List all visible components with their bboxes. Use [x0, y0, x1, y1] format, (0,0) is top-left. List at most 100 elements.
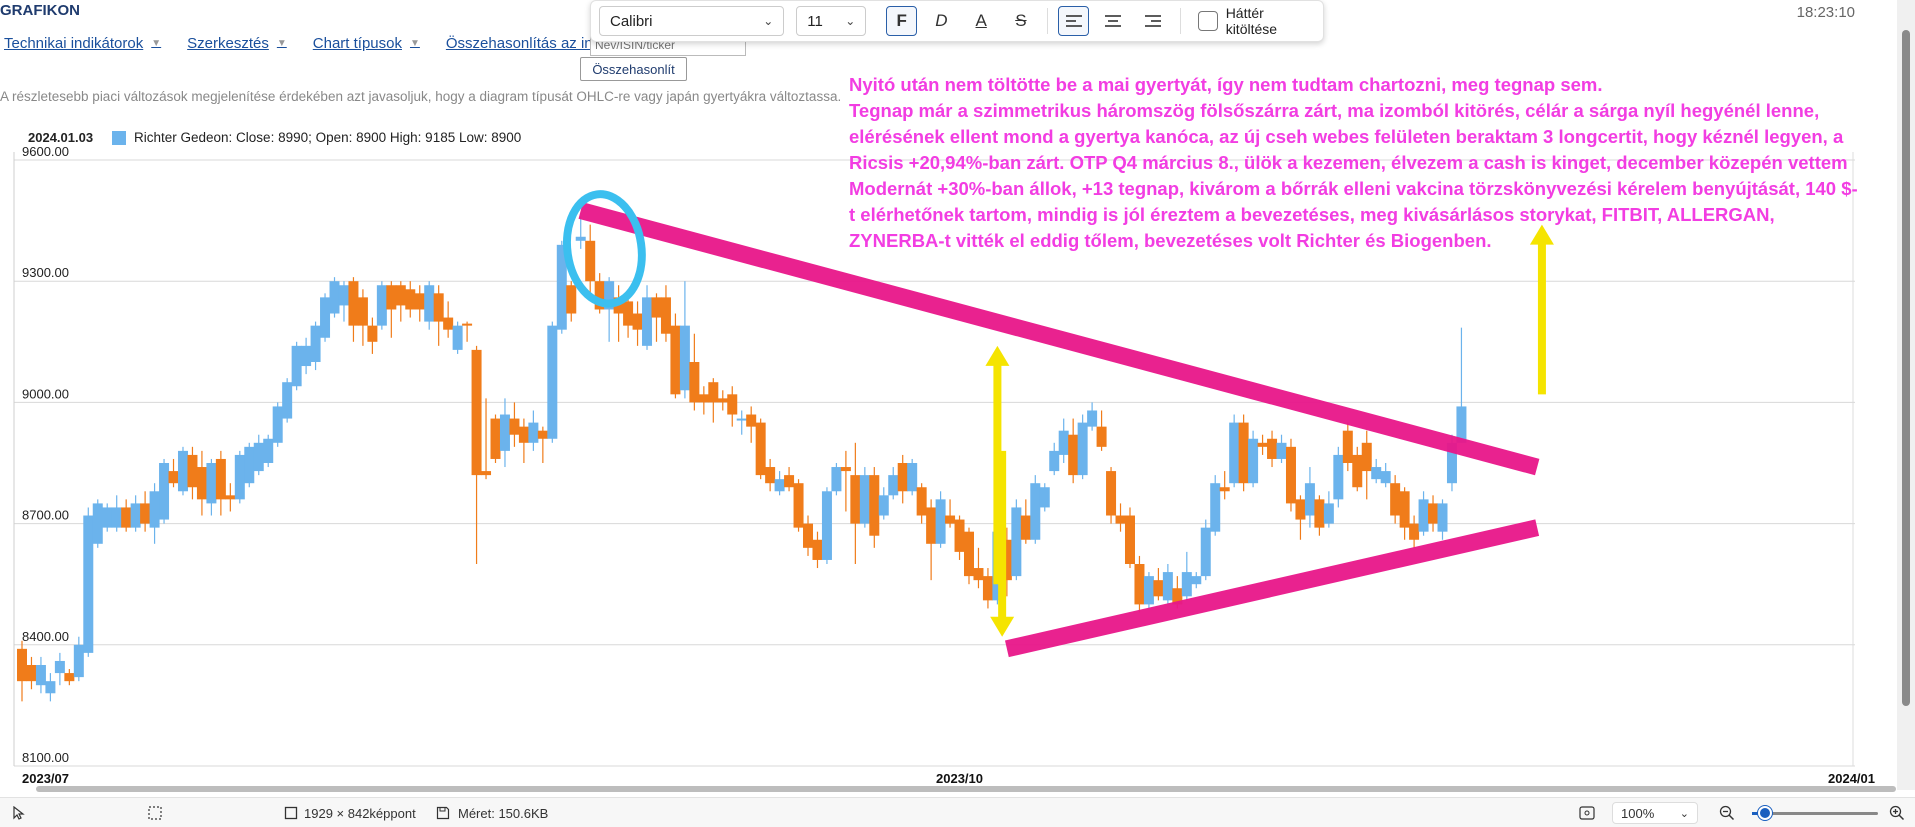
menu-edit[interactable]: Szerkesztés ▼	[187, 35, 287, 52]
clock: 18:23:10	[1796, 4, 1855, 21]
strikethrough-button[interactable]: S	[1006, 6, 1037, 36]
font-color-icon: A	[975, 11, 987, 30]
candle-body	[149, 491, 160, 528]
candle-body	[1314, 499, 1325, 528]
menu-technical-indicators[interactable]: Technikai indikátorok ▼	[4, 35, 161, 52]
candle-body	[215, 458, 226, 500]
candle-body	[566, 285, 577, 314]
align-left-button[interactable]	[1058, 6, 1090, 36]
candle-body	[660, 297, 671, 334]
candle-body	[291, 345, 302, 387]
candle-body	[840, 467, 851, 472]
candle-body	[64, 673, 75, 682]
candle-body	[357, 297, 368, 326]
candle-body	[338, 285, 349, 306]
candle-body	[888, 475, 899, 496]
candle-body	[386, 285, 397, 310]
candle-body	[140, 503, 151, 524]
candle-body	[499, 414, 510, 451]
candle-body	[1437, 503, 1448, 532]
candle-body	[225, 495, 236, 500]
candle-body	[1428, 503, 1439, 524]
yellow-arrow-head	[990, 616, 1015, 637]
menubar: Technikai indikátorok ▼ Szerkesztés ▼ Ch…	[4, 32, 661, 54]
candle-body	[462, 323, 473, 326]
candle-body	[1049, 450, 1060, 472]
menu-chart-types[interactable]: Chart típusok ▼	[313, 35, 420, 52]
vertical-scrollbar-thumb[interactable]	[1902, 30, 1910, 706]
candle-body	[1304, 483, 1315, 516]
candle-body	[1295, 499, 1306, 520]
candle-body	[1106, 471, 1117, 516]
candle-body	[1361, 442, 1372, 472]
zoom-select[interactable]: 100% ⌄	[1612, 802, 1698, 824]
y-tick-label: 8400.00	[22, 629, 69, 644]
candle-body	[537, 430, 548, 439]
candle-body	[916, 487, 927, 516]
candle-body	[111, 507, 122, 528]
zoom-slider-handle[interactable]	[1757, 806, 1772, 820]
candle-body	[405, 289, 416, 310]
chevron-down-icon: ▼	[151, 37, 162, 49]
candle-body	[717, 398, 728, 403]
x-tick-label: 2023/07	[22, 771, 69, 786]
candle-body	[518, 426, 529, 443]
candle-body	[670, 325, 681, 395]
align-center-button[interactable]	[1098, 6, 1129, 36]
candle-body	[1352, 454, 1363, 488]
candle-body	[348, 281, 359, 326]
candle-body	[206, 463, 217, 504]
background-fill-checkbox[interactable]: Háttér kitöltése	[1198, 5, 1315, 37]
candle-body	[320, 297, 331, 338]
vertical-scrollbar[interactable]	[1897, 0, 1915, 790]
candle-body	[803, 523, 814, 548]
candle-body	[73, 644, 84, 678]
candle-body	[1219, 487, 1230, 492]
candle-body	[1020, 515, 1031, 540]
candle-body	[244, 446, 255, 484]
candle-body	[708, 382, 719, 403]
zoom-out-icon[interactable]	[1718, 804, 1736, 822]
chevron-down-icon: ▼	[276, 37, 287, 49]
candle-body	[424, 285, 435, 322]
candle-body	[1030, 483, 1041, 540]
candle-body	[395, 285, 406, 306]
candle-body	[130, 503, 141, 528]
font-family-select[interactable]: Calibri ⌄	[599, 6, 785, 36]
compare-button[interactable]: Összehasonlít	[580, 57, 687, 81]
font-size-select[interactable]: 11 ⌄	[796, 6, 867, 36]
candle-body	[1380, 471, 1391, 484]
candle-body	[897, 463, 908, 492]
candle-body	[755, 422, 766, 476]
italic-button[interactable]: D	[926, 6, 957, 36]
save-icon	[434, 804, 452, 822]
candle-body	[1068, 434, 1079, 476]
align-right-button[interactable]	[1138, 6, 1169, 36]
file-size: Méret: 150.6KB	[458, 806, 549, 821]
fit-to-window-icon[interactable]	[1578, 804, 1596, 822]
menu-label: Technikai indikátorok	[4, 34, 144, 52]
font-color-button[interactable]: A	[966, 6, 997, 36]
candle-body	[1323, 503, 1334, 524]
candle-body	[1162, 572, 1173, 601]
candle-body	[973, 568, 984, 581]
candle-body	[367, 325, 378, 342]
candle-body	[1210, 483, 1221, 532]
strikethrough-icon: S	[1015, 11, 1027, 30]
annotation-line-2: Tegnap már a szimmetrikus háromszög föls…	[849, 100, 1858, 251]
bold-icon: F	[896, 11, 907, 30]
horizontal-scrollbar[interactable]	[36, 786, 1896, 792]
bold-button[interactable]: F	[886, 6, 918, 36]
candle-body	[1077, 422, 1088, 476]
selection-tool-icon[interactable]	[146, 804, 164, 822]
candle-body	[945, 515, 956, 524]
x-tick-label: 2024/01	[1828, 771, 1875, 786]
candle-body	[159, 463, 170, 520]
zoom-in-icon[interactable]	[1888, 804, 1906, 822]
toolbar-divider	[1179, 8, 1181, 34]
candle-body	[585, 240, 596, 282]
legend-date: 2024.01.03	[28, 130, 94, 145]
candle-body	[1390, 483, 1401, 516]
pointer-tool-icon[interactable]	[10, 804, 28, 822]
candle-body	[1248, 438, 1259, 484]
